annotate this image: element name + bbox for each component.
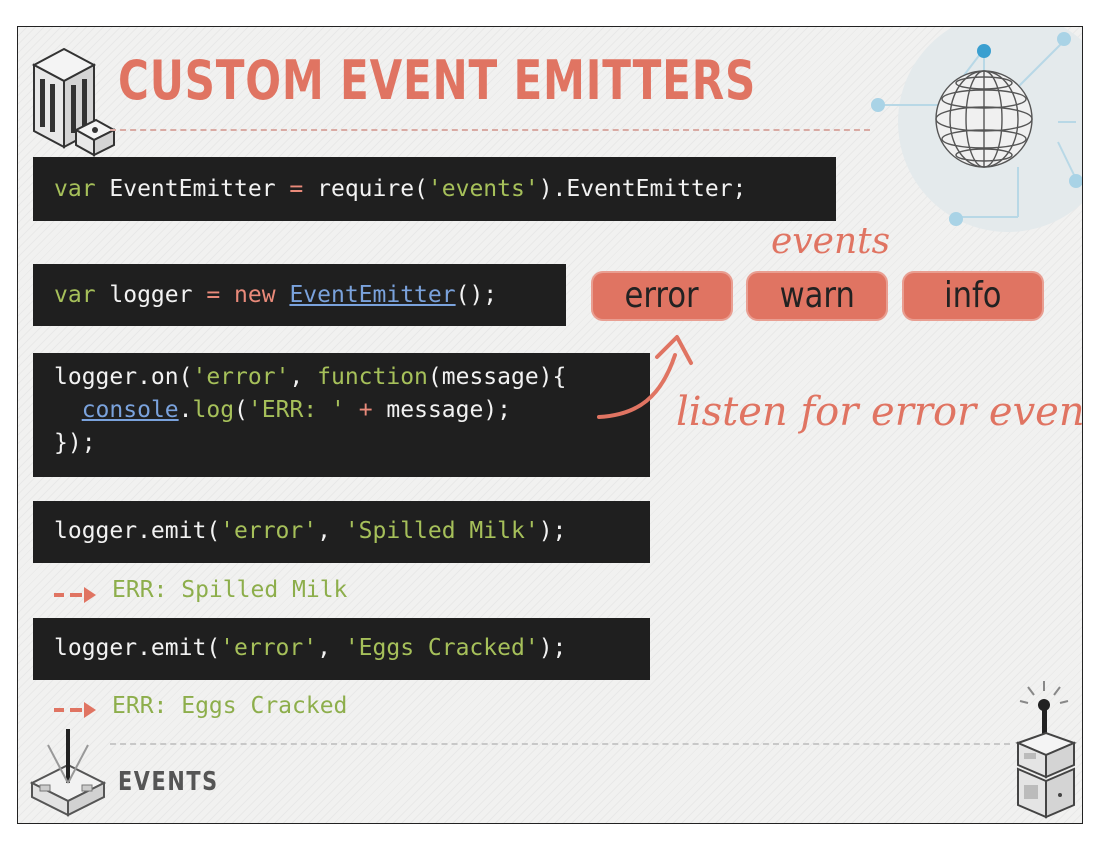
output-eggs-cracked: ERR: Eggs Cracked: [112, 693, 348, 719]
joystick-machine-icon: [1015, 681, 1077, 819]
event-pill-warn: warn: [746, 271, 888, 321]
code-emit-eggs: logger.emit('error', 'Eggs Cracked');: [33, 618, 650, 680]
title-divider: [110, 129, 870, 131]
output-spilled-milk: ERR: Spilled Milk: [112, 577, 348, 603]
code-text: message);: [372, 397, 512, 423]
server-building-icon: [31, 47, 116, 157]
event-pill-label: info: [944, 275, 1002, 316]
wireframe-globe-icon: [871, 27, 1082, 232]
event-pill-error: error: [591, 271, 733, 321]
code-text: });: [54, 430, 96, 456]
code-text: ,: [317, 635, 345, 661]
code-text: logger.on(: [54, 364, 193, 390]
code-new-logger: var logger = new EventEmitter();: [33, 264, 566, 326]
code-keyword: var: [54, 282, 96, 308]
code-text: .: [178, 397, 193, 423]
code-text: ,: [289, 364, 318, 390]
code-text: logger.emit(: [54, 518, 221, 544]
code-text: (message){: [427, 364, 567, 390]
code-string: 'error': [192, 364, 290, 390]
code-string: 'error': [220, 635, 318, 661]
code-text: logger.emit(: [54, 635, 221, 661]
footer-divider: [110, 743, 1010, 745]
code-keyword: function: [317, 364, 428, 390]
code-function: log: [192, 397, 235, 423]
code-string: 'events': [427, 176, 539, 202]
code-class: console: [81, 397, 179, 423]
code-text: (: [234, 397, 248, 423]
code-text: require(: [303, 176, 428, 202]
slide-title: CUSTOM EVENT EMITTERS: [118, 49, 757, 112]
code-operator: +: [358, 397, 373, 423]
code-text: ).EventEmitter;: [538, 176, 747, 202]
code-require: var EventEmitter = require('events').Eve…: [33, 157, 836, 221]
code-string: 'ERR: ': [247, 397, 345, 423]
code-text: );: [538, 635, 567, 661]
events-label: events: [771, 221, 891, 262]
code-text: );: [538, 518, 567, 544]
code-string: 'error': [220, 518, 318, 544]
code-keyword: new: [220, 282, 276, 308]
slide: CUSTOM EVENT EMITTERS var EventEmitter =…: [17, 26, 1083, 824]
code-class: EventEmitter: [289, 282, 456, 308]
event-pill-info: info: [902, 271, 1044, 321]
code-string: 'Spilled Milk': [344, 518, 539, 544]
code-operator: =: [289, 176, 304, 202]
footer-section-label: EVENTS: [118, 767, 219, 797]
code-text: ,: [317, 518, 345, 544]
code-text: logger: [95, 282, 207, 308]
code-text: ();: [455, 282, 498, 308]
antenna-box-icon: [29, 729, 107, 817]
dashed-arrow-icon: [54, 702, 96, 718]
code-operator: =: [206, 282, 221, 308]
event-pill-label: warn: [779, 275, 855, 316]
code-keyword: var: [54, 176, 96, 202]
listen-annotation: listen for error event: [676, 389, 1083, 435]
code-string: 'Eggs Cracked': [344, 635, 539, 661]
dashed-arrow-icon: [54, 587, 96, 603]
event-pill-label: error: [624, 275, 700, 316]
code-emit-spilled: logger.emit('error', 'Spilled Milk');: [33, 501, 650, 563]
code-text: EventEmitter: [95, 176, 290, 202]
code-listener: logger.on('error', function(message){ co…: [33, 353, 650, 477]
